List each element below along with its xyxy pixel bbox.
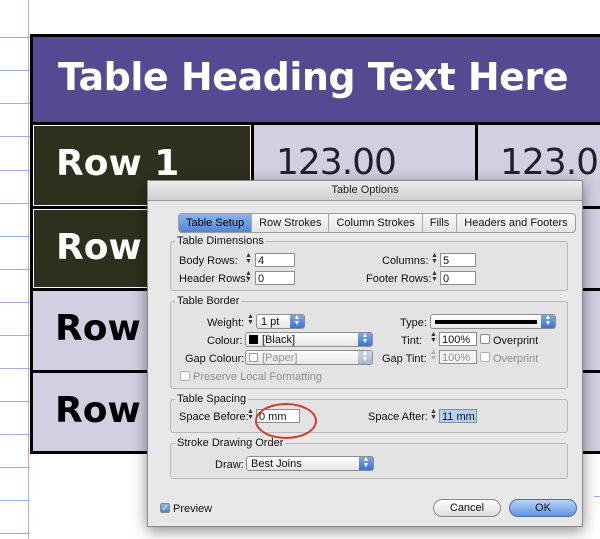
stepper-icon[interactable]: ▲ ▼ [244,270,253,285]
weight-value: 1 pt [261,316,280,328]
table-heading-text: Table Heading Text Here [58,55,568,99]
solid-stroke-preview [435,320,537,324]
weight-label: Weight: [207,317,245,329]
stepper-icon[interactable]: ▲ ▼ [429,408,438,423]
stroke-type-select[interactable]: ▲ ▼ [430,314,556,329]
columns-label: Columns: [382,255,429,267]
baseline-guide [0,203,30,204]
space-after-label: Space After: [368,411,428,423]
baseline-guide [0,500,30,501]
baseline-guide [0,401,30,402]
body-rows-field[interactable]: 4 [255,253,295,267]
tab-column-strokes[interactable]: Column Strokes [329,214,423,232]
baseline-guide [0,103,30,104]
gap-tint-field[interactable]: 100% [439,350,477,364]
group-legend: Stroke Drawing Order [177,437,284,449]
colour-label: Colour: [207,335,243,347]
stepper-icon[interactable]: ▲ ▼ [246,313,255,328]
footer-rows-field[interactable]: 0 [440,271,476,285]
cell-value: 123.00 [500,142,600,183]
tint-field[interactable]: 100% [439,332,477,346]
tab-fills[interactable]: Fills [423,214,458,232]
paper-swatch-icon [249,353,258,362]
black-swatch-icon [249,335,258,344]
type-label: Type: [400,317,427,329]
header-rows-field[interactable]: 0 [255,271,295,285]
baseline-guide [0,368,30,369]
group-legend: Table Border [177,295,240,307]
gap-tint-label: Gap Tint: [382,353,427,365]
cancel-button[interactable]: Cancel [433,499,501,517]
gap-colour-select[interactable]: [Paper] ▲ ▼ [245,350,373,365]
tint-label: Tint: [401,335,422,347]
updown-arrows-icon: ▲ ▼ [358,350,372,364]
table-options-dialog: Table Options Table Setup Row Strokes Co… [147,180,583,527]
baseline-guide [0,302,30,303]
baseline-guide [0,533,30,534]
cell-value: 123.00 [276,142,397,183]
baseline-guide [0,136,30,137]
draw-order-value: Best Joins [251,458,302,470]
colour-select[interactable]: [Black] ▲ ▼ [245,332,373,347]
baseline-guide [0,70,30,71]
footer-rows-label: Footer Rows: [366,273,432,285]
weight-select[interactable]: 1 pt ▲ ▼ [256,314,305,329]
stepper-icon[interactable]: ▲ ▼ [246,408,255,423]
stepper-icon[interactable]: ▲ ▼ [244,252,253,267]
gap-colour-label: Gap Colour: [185,353,245,365]
space-before-label: Space Before: [179,411,249,423]
preview-label: Preview [173,503,213,515]
header-rows-label: Header Rows: [179,273,249,285]
tab-headers-footers[interactable]: Headers and Footers [457,214,574,232]
baseline-guide [0,170,30,171]
preserve-formatting-label: Preserve Local Formatting [193,371,322,383]
gap-overprint-checkbox[interactable] [480,352,490,362]
baseline-guide [0,236,30,237]
updown-arrows-icon: ▲ ▼ [358,332,372,346]
row-label: Row [56,227,142,268]
baseline-guide [0,434,30,435]
gap-overprint-label: Overprint [493,353,539,365]
ok-button[interactable]: OK [509,499,577,517]
columns-field[interactable]: 5 [440,253,476,267]
group-legend: Table Dimensions [177,235,264,247]
tab-bar: Table Setup Row Strokes Column Strokes F… [178,213,576,233]
updown-arrows-icon: ▲ ▼ [290,314,304,328]
tab-table-setup[interactable]: Table Setup [179,214,253,232]
baseline-guide [594,496,600,497]
group-legend: Table Spacing [177,393,247,405]
overprint-label: Overprint [493,335,539,347]
row-label: Row [55,308,141,349]
draw-order-select[interactable]: Best Joins ▲ ▼ [246,456,374,471]
baseline-guide [0,467,30,468]
row-label: Row 1 [56,143,180,184]
draw-label: Draw: [215,459,244,471]
body-rows-label: Body Rows: [179,255,238,267]
tab-row-strokes[interactable]: Row Strokes [252,214,330,232]
baseline-guide [0,269,30,270]
baseline-guide [0,335,30,336]
space-after-field[interactable]: 11 mm [439,409,477,423]
updown-arrows-icon: ▲ ▼ [359,456,373,470]
stepper-icon[interactable]: ▲ ▼ [429,349,438,364]
highlight-circle [255,403,317,439]
stepper-icon[interactable]: ▲ ▼ [430,270,439,285]
updown-arrows-icon: ▲ ▼ [541,314,555,328]
stepper-icon[interactable]: ▲ ▼ [429,331,438,346]
baseline-guide [0,37,30,38]
stepper-icon[interactable]: ▲ ▼ [430,252,439,267]
dialog-title[interactable]: Table Options [148,181,582,201]
preview-checkbox[interactable]: ✓ [160,503,170,513]
row-label: Row [55,390,141,431]
overprint-checkbox[interactable] [480,334,490,344]
table-heading-cell[interactable]: Table Heading Text Here [33,37,600,122]
preserve-formatting-checkbox[interactable] [180,371,190,381]
